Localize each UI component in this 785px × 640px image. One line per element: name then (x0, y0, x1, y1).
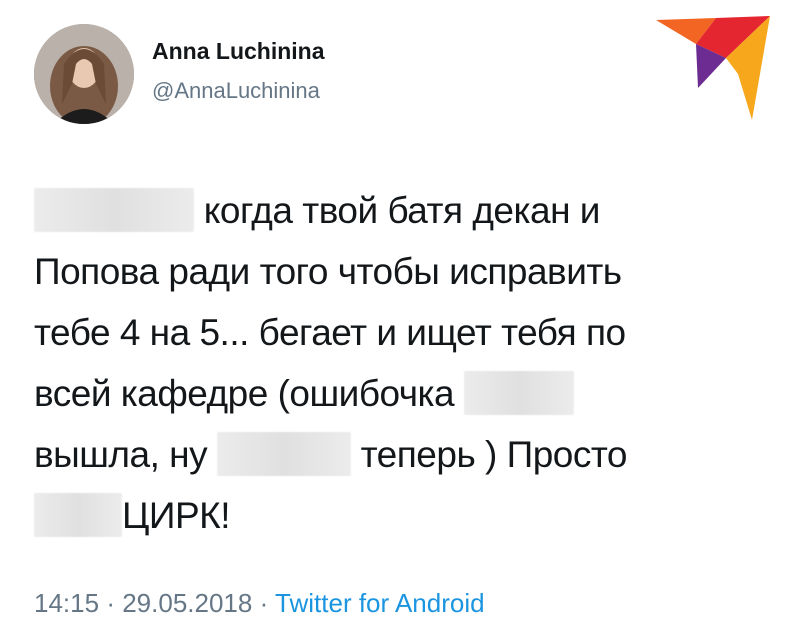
redacted-word (34, 188, 194, 233)
bird-logo-icon (656, 16, 770, 120)
user-handle[interactable]: @AnnaLuchinina (152, 78, 320, 104)
avatar[interactable] (34, 24, 134, 124)
tweet-time[interactable]: 14:15 (34, 588, 99, 618)
meta-separator: · (259, 588, 269, 618)
tweet-text-segment: вышла, ну (34, 434, 208, 475)
tweet-text-segment: ЦИРК! (122, 495, 230, 536)
tweet-line: ЦИРК! (34, 485, 754, 546)
tweet-line: тебе 4 на 5... бегает и ищет тебя по (34, 312, 626, 353)
tweet-line: Попова ради того чтобы исправить (34, 251, 622, 292)
redacted-word (34, 493, 122, 538)
tweet-line: всей кафедре (ошибочка (34, 363, 754, 424)
tweet-line: когда твой батя декан и (34, 180, 754, 241)
tweet-text-segment: теперь ) Просто (360, 434, 628, 475)
meta-separator: · (106, 588, 115, 618)
redacted-word (463, 371, 574, 416)
avatar-photo (34, 24, 134, 124)
tweet-text-segment: всей кафедре (ошибочка (34, 373, 455, 414)
display-name[interactable]: Anna Luchinina (152, 38, 325, 65)
tweet-text: когда твой батя декан и Попова ради того… (34, 180, 754, 546)
tweet-text-segment: когда твой батя декан и (203, 190, 601, 231)
tweet-date[interactable]: 29.05.2018 (122, 588, 252, 618)
tweet-source-link[interactable]: Twitter for Android (275, 588, 485, 618)
tweet-meta: 14:15 · 29.05.2018 · Twitter for Android (34, 588, 485, 619)
redacted-word (216, 432, 351, 477)
tweet-line: вышла, ну теперь ) Просто (34, 424, 754, 485)
